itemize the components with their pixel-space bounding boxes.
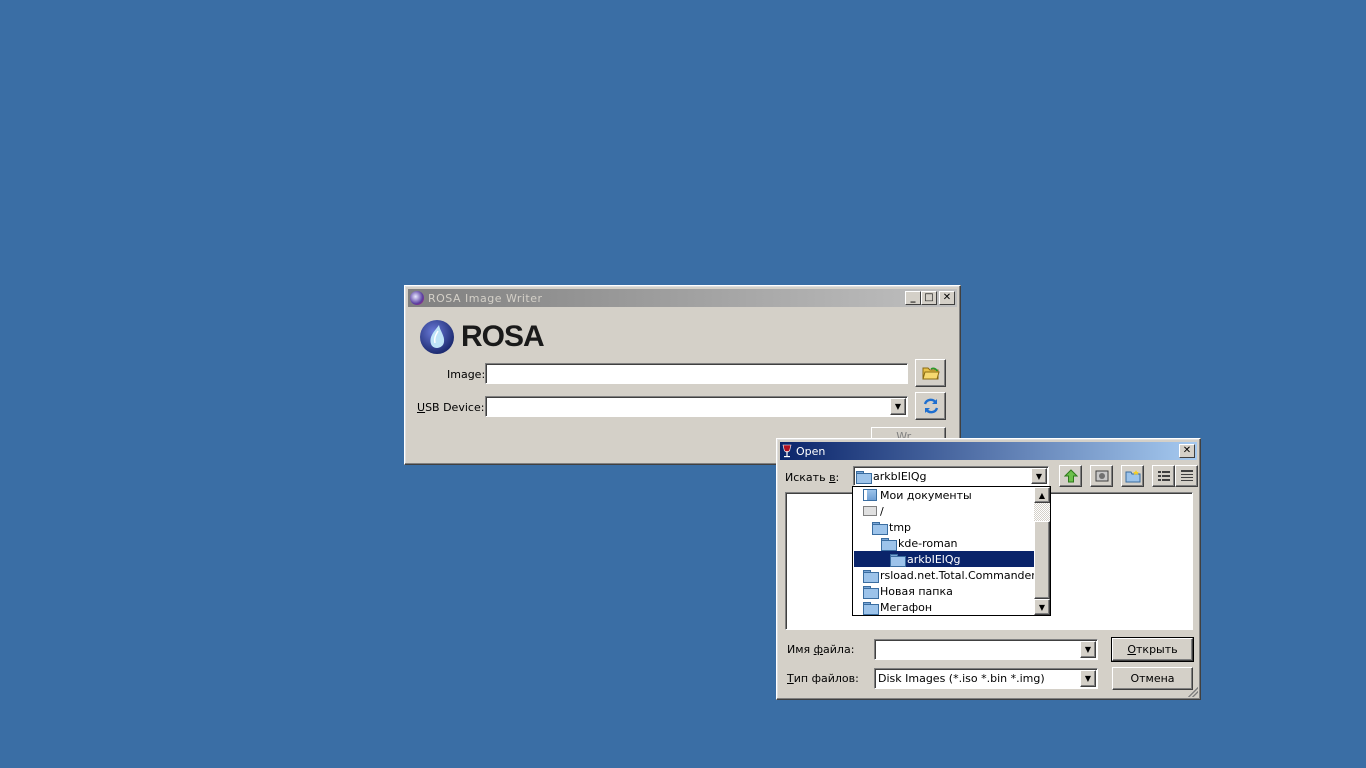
wine-glass-icon (782, 444, 792, 458)
open-button[interactable]: Открыть (1111, 637, 1194, 662)
folder-open-icon (890, 553, 906, 567)
rosa-logo-text: ROSA (461, 320, 545, 353)
filename-label: Имя файла: (787, 643, 855, 656)
rosa-window-title: ROSA Image Writer (428, 291, 543, 305)
up-folder-button[interactable] (1059, 465, 1082, 487)
usb-dropdown-arrow[interactable]: ▼ (890, 398, 906, 415)
folder-icon (872, 521, 888, 535)
folder-icon (863, 601, 879, 615)
folder-icon (863, 569, 879, 583)
look-in-option-label: / (880, 504, 884, 518)
look-in-option[interactable]: rsload.net.Total.Commander.9 (854, 567, 1034, 583)
look-in-dropdown-list[interactable]: Мои документы / tmp kde-roman arkbIElQg rsloa… (852, 486, 1051, 616)
look-in-option-label: rsload.net.Total.Commander.9 (880, 568, 1034, 582)
new-folder-button[interactable] (1121, 465, 1144, 487)
look-in-option[interactable]: Новая папка (854, 583, 1034, 599)
scroll-thumb[interactable] (1034, 521, 1050, 599)
image-path-input[interactable] (485, 363, 908, 384)
scroll-up-button[interactable]: ▲ (1034, 487, 1050, 503)
look-in-option-label: Новая папка (880, 584, 953, 598)
close-button[interactable]: ✕ (939, 291, 955, 305)
rosa-logo: ROSA (419, 318, 549, 356)
refresh-icon (923, 398, 938, 414)
rosa-logo-icon (420, 320, 454, 354)
filetype-dropdown-arrow[interactable]: ▼ (1080, 670, 1096, 687)
open-folder-icon (921, 367, 940, 380)
list-view-icon (1157, 471, 1170, 481)
folder-icon (863, 585, 879, 599)
refresh-usb-button[interactable] (915, 392, 946, 420)
rosa-titlebar[interactable]: ROSA Image Writer _ □ ✕ (408, 289, 957, 307)
filename-dropdown-arrow[interactable]: ▼ (1080, 641, 1096, 658)
look-in-option-label: Мои документы (880, 488, 972, 502)
folder-open-icon (856, 470, 872, 484)
open-dialog-titlebar[interactable]: Open ✕ (780, 442, 1197, 460)
look-in-option[interactable]: kde-roman (854, 535, 1034, 551)
filetype-select[interactable]: Disk Images (*.iso *.bin *.img) ▼ (874, 668, 1098, 689)
scroll-down-button[interactable]: ▼ (1034, 599, 1050, 615)
look-in-option-label: arkbIElQg (907, 552, 961, 566)
desktop-button[interactable] (1090, 465, 1113, 487)
desktop-icon (1095, 470, 1108, 482)
drive-icon (863, 506, 877, 516)
list-view-button[interactable] (1152, 465, 1175, 487)
details-view-button[interactable] (1175, 465, 1198, 487)
usb-device-label: USB Device: (417, 401, 485, 414)
new-folder-icon (1125, 470, 1140, 483)
look-in-option-label: Мегафон (880, 600, 933, 614)
look-in-option[interactable]: Мои документы (854, 487, 1034, 503)
look-in-dropdown-arrow[interactable]: ▼ (1031, 468, 1047, 484)
maximize-button[interactable]: □ (921, 291, 937, 305)
dialog-close-button[interactable]: ✕ (1179, 444, 1195, 458)
look-in-option-label: kde-roman (898, 536, 958, 550)
open-dialog-title: Open (796, 444, 826, 458)
look-in-option[interactable]: Мегафон (854, 599, 1034, 615)
look-in-label: Искать в: (785, 471, 840, 484)
image-label: Image: (447, 368, 486, 381)
look-in-option[interactable]: arkbIElQg (854, 551, 1034, 567)
cancel-button[interactable]: Отмена (1112, 667, 1193, 690)
arrow-up-icon (1063, 469, 1078, 483)
resize-grip[interactable] (1188, 687, 1198, 697)
details-view-icon (1180, 470, 1193, 481)
scroll-track-upper[interactable] (1034, 503, 1050, 521)
browse-image-button[interactable] (915, 359, 946, 387)
look-in-option[interactable]: tmp (854, 519, 1034, 535)
minimize-button[interactable]: _ (905, 291, 921, 305)
usb-device-select[interactable]: ▼ (485, 396, 908, 417)
look-in-option[interactable]: / (854, 503, 1034, 519)
documents-icon (863, 489, 877, 501)
look-in-option-label: tmp (889, 520, 912, 534)
look-in-combobox[interactable]: arkbIElQg ▼ (853, 466, 1049, 486)
dropdown-scrollbar[interactable]: ▲ ▼ (1034, 487, 1050, 615)
folder-icon (881, 537, 897, 551)
rosa-app-icon (410, 291, 424, 305)
filetype-label: Тип файлов: (787, 672, 859, 685)
filename-combobox[interactable]: ▼ (874, 639, 1098, 660)
